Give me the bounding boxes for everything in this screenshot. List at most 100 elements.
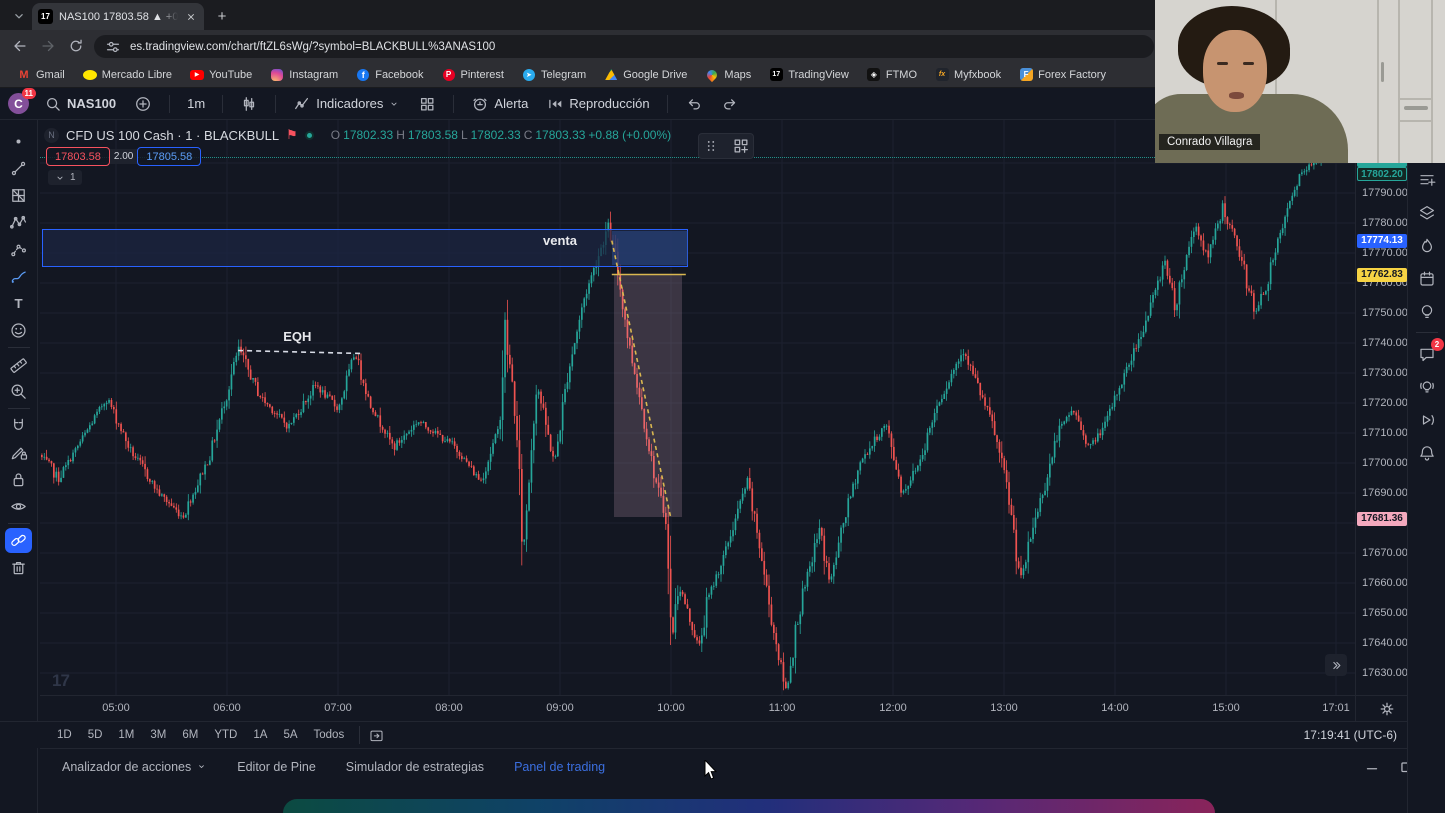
entry-zone-box[interactable]	[612, 231, 688, 266]
eqh-label: EQH	[264, 329, 330, 344]
browser-tab[interactable]: 17 NAS100 17803.58 ▲ +0.03% Si	[32, 3, 204, 30]
bookmark-myfxbook[interactable]: fxMyfxbook	[928, 66, 1008, 84]
tab-close-icon[interactable]	[184, 10, 198, 24]
range-button-5a[interactable]: 5A	[276, 726, 304, 744]
bookmark-facebook[interactable]: fFacebook	[349, 66, 430, 84]
notifications-icon[interactable]	[1412, 436, 1442, 469]
range-button-todos[interactable]: Todos	[307, 726, 352, 744]
gmail-icon: M	[17, 68, 31, 82]
lock-all-tool-icon[interactable]	[5, 466, 33, 493]
zoom-in-tool-icon[interactable]	[5, 378, 33, 405]
sell-button[interactable]: 17803.58	[46, 147, 110, 166]
clock-utc[interactable]: 17:19:41 (UTC-6)	[1304, 728, 1397, 742]
flag-icon[interactable]: ⚑	[286, 127, 298, 143]
alert-button[interactable]: Alerta	[464, 92, 535, 116]
tradingview-icon: 17	[769, 68, 783, 82]
market-status-icon[interactable]	[305, 131, 314, 140]
remove-drawings-tool-icon[interactable]	[5, 554, 33, 581]
watchlist-icon[interactable]	[1412, 163, 1442, 196]
drag-handle-icon[interactable]	[702, 137, 720, 155]
time-axis[interactable]: 05:0006:0007:0008:0009:0010:0011:0012:00…	[40, 695, 1355, 721]
gear-icon[interactable]	[1378, 700, 1396, 718]
new-tab-button[interactable]: +	[212, 6, 232, 26]
tab-search-icon[interactable]	[8, 5, 30, 27]
reload-icon[interactable]	[64, 34, 88, 58]
indicator-templates-button[interactable]	[411, 92, 443, 116]
chart-style-button[interactable]	[233, 92, 265, 116]
time-tick: 05:00	[94, 702, 138, 714]
manage-layouts-icon[interactable]	[732, 137, 750, 155]
bookmark-pinterest[interactable]: PPinterest	[435, 66, 511, 84]
floating-drawing-toolbar[interactable]	[698, 133, 754, 159]
search-icon	[44, 95, 62, 113]
time-tick: 10:00	[649, 702, 693, 714]
back-icon[interactable]	[8, 34, 32, 58]
buy-button[interactable]: 17805.58	[137, 147, 201, 166]
calendar-icon[interactable]	[1412, 262, 1442, 295]
bookmark-telegram[interactable]: ➤Telegram	[515, 66, 593, 84]
tradingview-favicon: 17	[38, 9, 53, 24]
range-button-ytd[interactable]: YTD	[207, 726, 244, 744]
range-button-1m[interactable]: 1M	[111, 726, 141, 744]
panel-tab-analizador-de-acciones[interactable]: Analizador de acciones	[50, 755, 219, 779]
bookmark-youtube[interactable]: ▶YouTube	[183, 66, 259, 84]
promo-banner[interactable]	[283, 799, 1215, 813]
panel-tab-simulador-de-estrategias[interactable]: Simulador de estrategias	[334, 755, 496, 779]
time-tick: 07:00	[316, 702, 360, 714]
forecast-tool-icon[interactable]	[5, 236, 33, 263]
cursor-tool-icon[interactable]	[5, 128, 33, 155]
bookmark-maps[interactable]: Maps	[698, 66, 758, 84]
legend-collapse-button[interactable]: 1	[48, 170, 82, 185]
magnet-tool-icon[interactable]	[5, 412, 33, 439]
range-button-1d[interactable]: 1D	[50, 726, 79, 744]
range-button-1a[interactable]: 1A	[246, 726, 274, 744]
symbol-search-button[interactable]: NAS100	[37, 92, 123, 116]
range-button-6m[interactable]: 6M	[175, 726, 205, 744]
brush-tool-icon[interactable]	[5, 263, 33, 290]
date-range-toolbar: 1D5D1M3M6MYTD1A5ATodos 17:19:41 (UTC-6)	[0, 721, 1445, 748]
go-to-date-icon[interactable]	[368, 727, 385, 744]
user-avatar[interactable]: C 11	[8, 93, 29, 114]
displacement-zone-box[interactable]	[614, 275, 682, 517]
link-tool-icon[interactable]	[5, 528, 32, 553]
redo-button[interactable]	[714, 92, 746, 116]
undo-button[interactable]	[678, 92, 710, 116]
pattern-tool-icon[interactable]	[5, 209, 33, 236]
site-info-icon[interactable]	[104, 38, 122, 56]
collapse-right-panel-button[interactable]	[1325, 654, 1347, 676]
hotlists-icon[interactable]	[1412, 229, 1442, 262]
panel-tab-editor-de-pine[interactable]: Editor de Pine	[225, 755, 328, 779]
bookmark-mercadolibre[interactable]: Mercado Libre	[76, 66, 179, 84]
symbol-title[interactable]: CFD US 100 Cash · 1 · BLACKBULL	[66, 128, 279, 143]
panel-tab-panel-de-trading[interactable]: Panel de trading	[502, 755, 617, 779]
ruler-tool-icon[interactable]	[5, 351, 33, 378]
chat-icon[interactable]: 2	[1412, 337, 1442, 370]
drawing-edit-lock-tool-icon[interactable]	[5, 439, 33, 466]
replay-button[interactable]: Reproducción	[539, 92, 656, 116]
indicators-button[interactable]: Indicadores	[286, 92, 407, 116]
bookmark-instagram[interactable]: Instagram	[263, 66, 345, 84]
bookmark-ftmo[interactable]: ◈FTMO	[860, 66, 924, 84]
public-ideas-icon[interactable]	[1412, 370, 1442, 403]
emoji-tool-icon[interactable]	[5, 317, 33, 344]
object-tree-icon[interactable]	[1412, 196, 1442, 229]
gann-tool-icon[interactable]	[5, 182, 33, 209]
hide-all-tool-icon[interactable]	[5, 493, 33, 520]
chart-pane[interactable]: venta EQH	[40, 120, 1355, 695]
ideas-icon[interactable]	[1412, 295, 1442, 328]
price-axis[interactable]: 00:19 17802.20 17790.0017780.0017770.001…	[1355, 120, 1407, 695]
range-button-5d[interactable]: 5D	[81, 726, 110, 744]
range-button-3m[interactable]: 3M	[143, 726, 173, 744]
minimize-panel-icon[interactable]	[1363, 758, 1381, 776]
bookmark-drive[interactable]: Google Drive	[597, 66, 694, 84]
address-bar[interactable]: es.tradingview.com/chart/ftZL6sWg/?symbo…	[94, 35, 1154, 58]
compare-symbol-button[interactable]	[127, 92, 159, 116]
bookmark-tradingview[interactable]: 17TradingView	[762, 66, 856, 84]
interval-button[interactable]: 1m	[180, 93, 212, 114]
forward-icon[interactable]	[36, 34, 60, 58]
bookmark-gmail[interactable]: MGmail	[10, 66, 72, 84]
text-tool-icon[interactable]: T	[5, 290, 33, 317]
streams-icon[interactable]	[1412, 403, 1442, 436]
bookmark-forexfactory[interactable]: FForex Factory	[1012, 66, 1113, 84]
trend-line-tool-icon[interactable]	[5, 155, 33, 182]
